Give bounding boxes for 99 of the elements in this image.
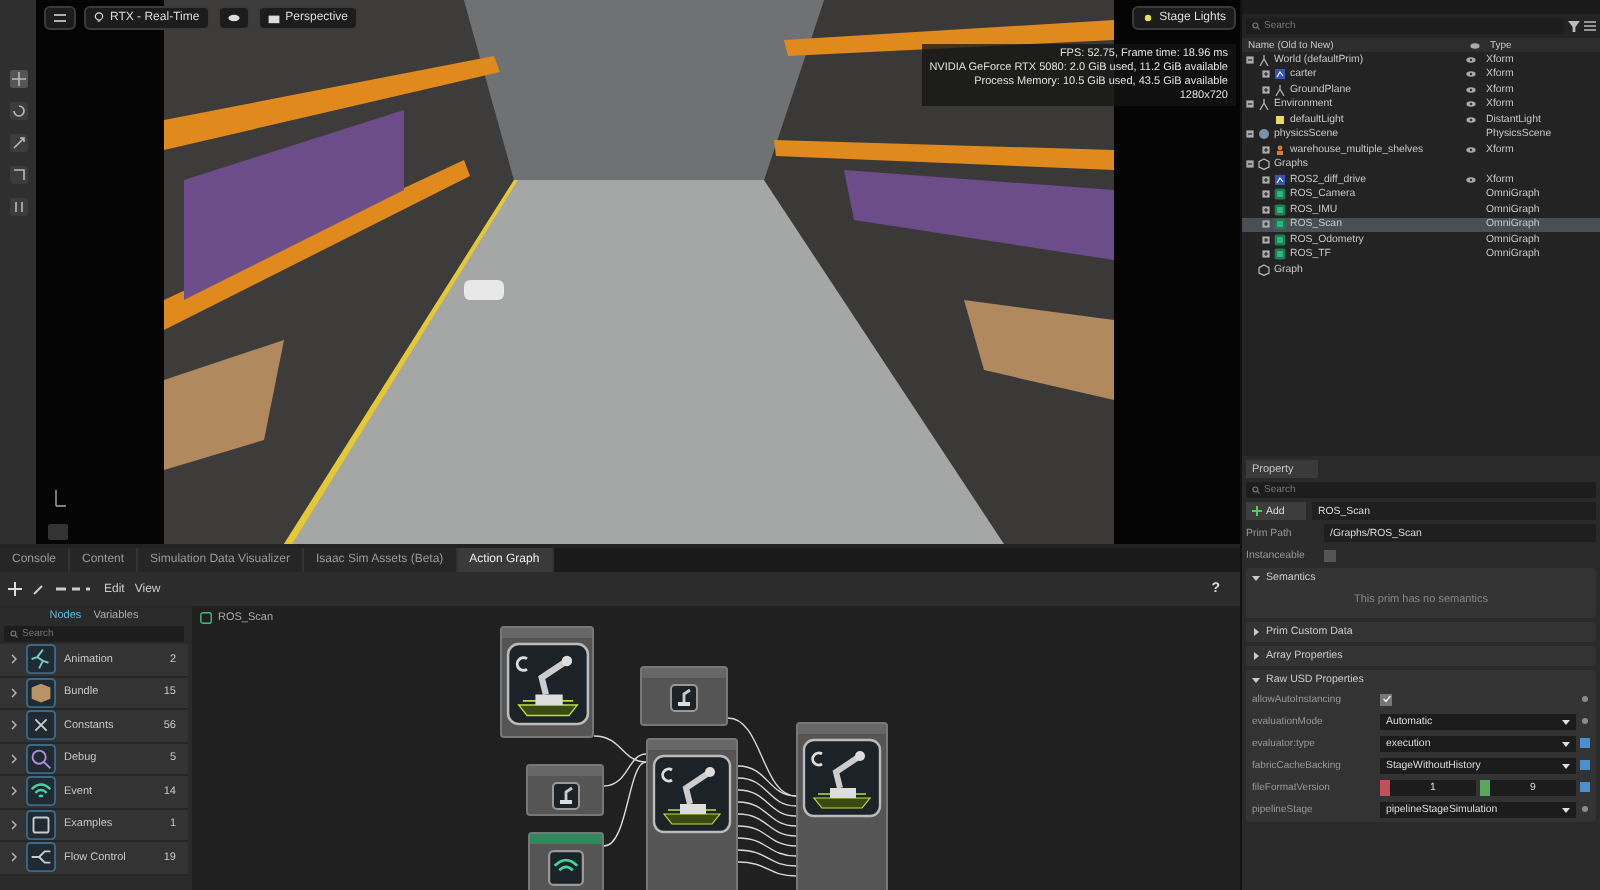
expand-icon[interactable] xyxy=(1262,145,1270,154)
robot-icon xyxy=(1274,173,1286,186)
robot-arm-drawing xyxy=(505,642,589,726)
eye-icon[interactable] xyxy=(1466,55,1476,64)
axes-icon xyxy=(1258,98,1270,111)
caret-icon xyxy=(1562,739,1570,747)
connection-wire xyxy=(737,825,797,847)
wifi-icon xyxy=(26,776,56,807)
checkbox[interactable] xyxy=(1380,693,1392,705)
robot-arm-drawing xyxy=(800,738,884,818)
light-icon xyxy=(1274,113,1286,126)
chevron-icon xyxy=(10,819,18,830)
magnifier-icon xyxy=(26,743,56,774)
pause-icon[interactable] xyxy=(7,196,29,218)
eye-icon[interactable] xyxy=(1466,145,1476,154)
axes-icon xyxy=(1274,83,1286,96)
expand-icon[interactable] xyxy=(1262,235,1270,244)
eye-icon[interactable] xyxy=(1466,175,1476,184)
eye-icon xyxy=(227,14,240,22)
robot-arm-icon xyxy=(551,782,579,810)
flow-icon xyxy=(26,842,56,873)
caret-right-icon xyxy=(1252,652,1260,660)
snap-icon[interactable] xyxy=(7,164,29,186)
connection-wire xyxy=(737,849,797,867)
plus-icon xyxy=(1252,506,1262,516)
collapse-icon[interactable] xyxy=(1246,55,1254,64)
robot-icon xyxy=(1274,68,1286,81)
collapse-icon[interactable] xyxy=(1246,130,1254,139)
move-icon[interactable] xyxy=(7,68,29,90)
expand-icon[interactable] xyxy=(1262,175,1270,184)
eye-icon[interactable] xyxy=(1466,100,1476,109)
value-indicator[interactable] xyxy=(1582,806,1588,812)
settings-icon xyxy=(54,12,66,24)
expand-icon[interactable] xyxy=(1262,190,1270,199)
graph-node[interactable] xyxy=(796,722,888,890)
expand-icon[interactable] xyxy=(1262,70,1270,79)
connection-wire xyxy=(737,837,797,857)
caret-icon xyxy=(1562,717,1570,725)
chevron-icon xyxy=(10,852,18,863)
eye-icon[interactable] xyxy=(1466,70,1476,79)
view-button[interactable] xyxy=(217,6,250,30)
pencil-icon[interactable] xyxy=(32,583,44,595)
person-icon xyxy=(1274,143,1286,156)
caret-icon xyxy=(1562,805,1570,813)
chevron-icon xyxy=(10,654,18,665)
robot-arm-icon xyxy=(670,684,698,712)
menu-icon[interactable] xyxy=(1584,20,1596,32)
sun-icon xyxy=(1141,12,1154,24)
camera-icon xyxy=(267,13,280,23)
add-icon[interactable] xyxy=(8,582,22,596)
runner-icon xyxy=(26,644,56,675)
caret-right-icon xyxy=(1252,628,1260,636)
caret-down-icon xyxy=(1252,574,1260,582)
robot-arm-drawing xyxy=(650,754,734,834)
rotate-icon[interactable] xyxy=(7,100,29,122)
globe-icon xyxy=(1258,128,1270,141)
layout-icon[interactable] xyxy=(54,584,94,594)
lightbulb-icon xyxy=(94,12,104,24)
connection-wire xyxy=(737,801,797,827)
axis-gizmo-icon xyxy=(52,488,68,508)
value-indicator[interactable] xyxy=(1582,696,1588,702)
expand-icon[interactable] xyxy=(1262,85,1270,94)
filter-icon[interactable] xyxy=(1568,20,1580,32)
expand-icon[interactable] xyxy=(1262,220,1270,229)
eye-icon[interactable] xyxy=(1466,85,1476,94)
graph-icon xyxy=(200,612,212,624)
settings-button[interactable] xyxy=(44,6,76,30)
chevron-icon xyxy=(10,786,18,797)
wifi-icon xyxy=(548,850,584,886)
collapse-icon[interactable] xyxy=(1246,160,1254,169)
chevron-icon xyxy=(10,753,18,764)
instanceable-checkbox[interactable] xyxy=(1324,549,1336,561)
variable-icon xyxy=(26,710,56,741)
chevron-icon xyxy=(10,687,18,698)
search-icon xyxy=(1252,486,1260,494)
graph-node[interactable] xyxy=(640,666,728,726)
chevron-icon xyxy=(10,720,18,731)
graph-node[interactable] xyxy=(528,832,604,890)
box-icon xyxy=(26,677,56,708)
expand-icon[interactable] xyxy=(1262,250,1270,259)
search-icon xyxy=(1252,22,1260,30)
cube-icon xyxy=(1258,263,1270,276)
window-icon xyxy=(26,809,56,840)
axes-icon xyxy=(1258,53,1270,66)
scale-icon[interactable] xyxy=(7,132,29,154)
graph-node[interactable] xyxy=(526,764,604,816)
cube-icon xyxy=(1258,158,1270,171)
eye-icon xyxy=(1470,41,1480,49)
value-indicator[interactable] xyxy=(1582,718,1588,724)
connection-wire xyxy=(737,813,797,837)
eye-icon[interactable] xyxy=(1466,115,1476,124)
collapse-icon[interactable] xyxy=(1246,100,1254,109)
graph-node[interactable] xyxy=(646,738,738,890)
check-icon xyxy=(1381,694,1391,704)
caret-icon xyxy=(1562,761,1570,769)
search-icon xyxy=(10,630,18,638)
expand-icon[interactable] xyxy=(1262,205,1270,214)
graph-node[interactable] xyxy=(500,626,594,738)
caret-down-icon xyxy=(1252,676,1260,684)
